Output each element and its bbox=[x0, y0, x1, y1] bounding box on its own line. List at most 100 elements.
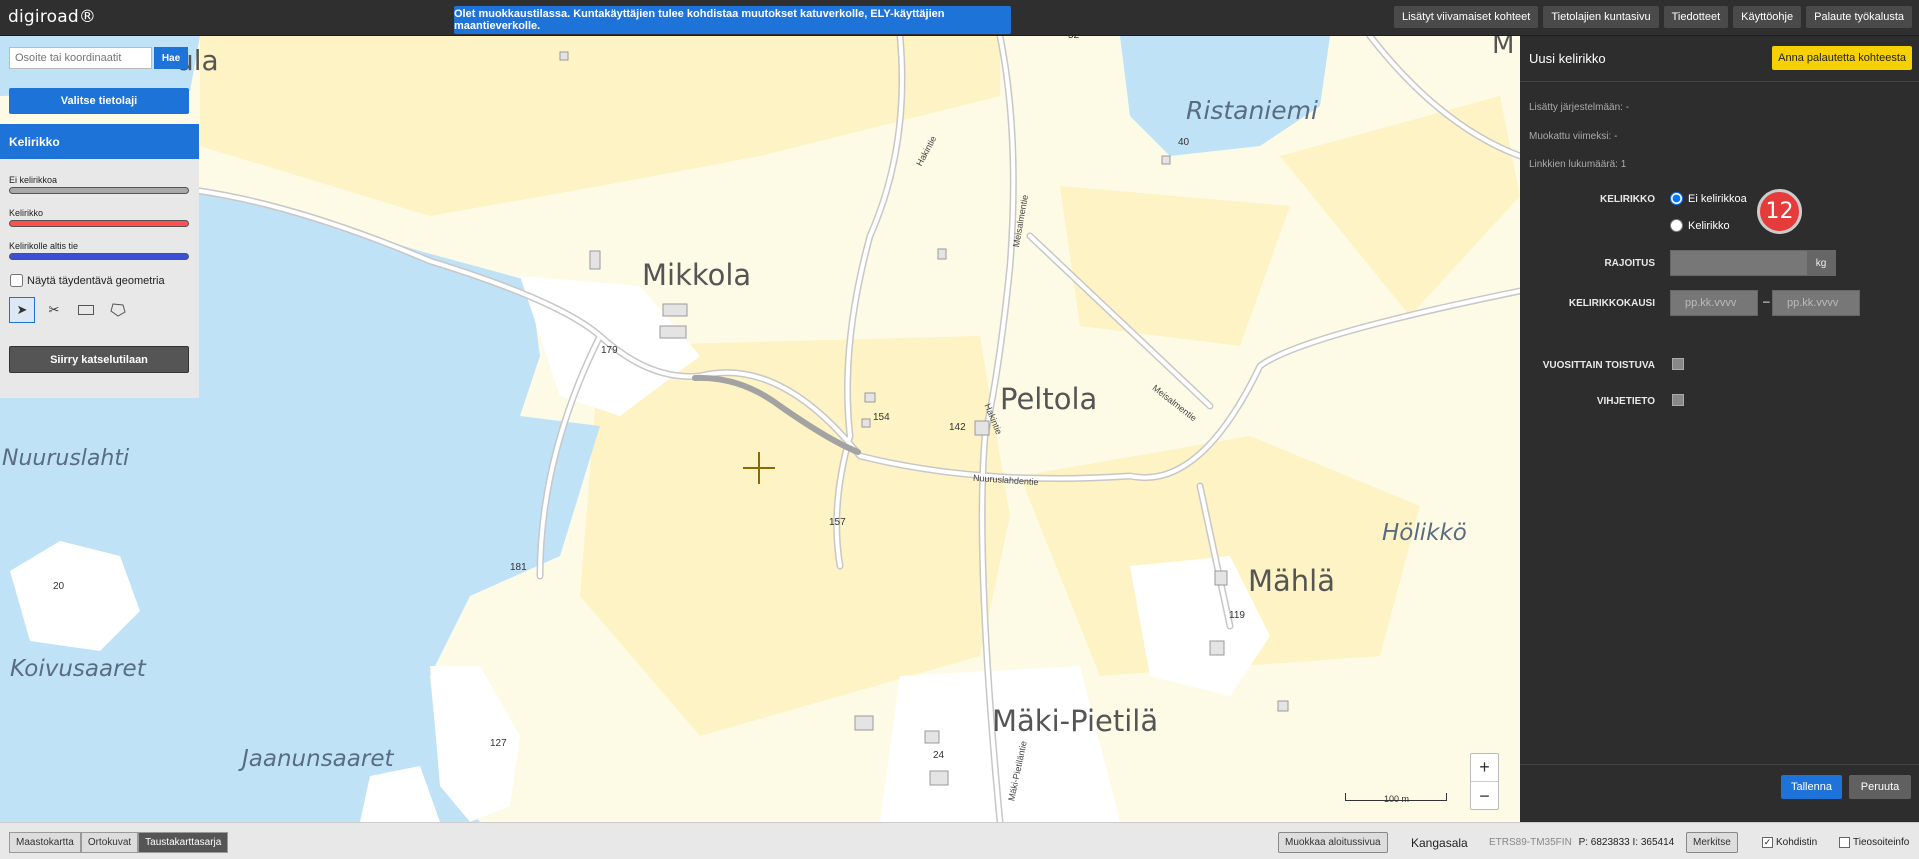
legend-bar-kelirikko bbox=[9, 220, 189, 227]
select-pointer-icon[interactable]: ➤ bbox=[9, 297, 35, 323]
period-end-input[interactable]: pp.kk.vvvv bbox=[1772, 290, 1860, 316]
cursor-checkbox[interactable]: ✓ bbox=[1762, 837, 1773, 848]
radio-no-kelirikko[interactable]: Ei kelirikkoa bbox=[1670, 192, 1747, 205]
place-name-ristaniemi: Ristaniemi bbox=[1186, 96, 1318, 125]
period-start-input[interactable]: pp.kk.vvvv bbox=[1670, 290, 1758, 316]
added-info: Lisätty järjestelmään: - bbox=[1529, 102, 1630, 113]
top-bar: digiroad® Olet muokkaustilassa. Kuntakäy… bbox=[0, 0, 1919, 36]
radio-kelirikko[interactable]: Kelirikko bbox=[1670, 219, 1730, 232]
basemap-terrain[interactable]: Maastokartta bbox=[9, 832, 81, 853]
radio-no-kelirikko-input[interactable] bbox=[1670, 192, 1683, 205]
scissors-icon[interactable]: ✂ bbox=[41, 297, 67, 323]
kelirikko-label: KELIRIKKO bbox=[1600, 194, 1655, 205]
hint-label: VIHJETIETO bbox=[1596, 396, 1655, 407]
top-links: Lisätyt viivamaiset kohteet Tietolajien … bbox=[1393, 6, 1912, 28]
address-number: 24 bbox=[933, 750, 945, 761]
show-geometry-label: Näytä täydentävä geometria bbox=[27, 274, 165, 287]
zoom-out-button[interactable]: − bbox=[1471, 782, 1498, 810]
search-input[interactable] bbox=[9, 47, 152, 69]
place-name-mahla: Mählä bbox=[1248, 564, 1335, 598]
address-number: 119 bbox=[1229, 610, 1245, 621]
address-number: 181 bbox=[510, 562, 527, 573]
limit-unit: kg bbox=[1807, 251, 1835, 275]
basemap-orthophoto[interactable]: Ortokuvat bbox=[80, 832, 139, 853]
digiroad-logo: digiroad® bbox=[8, 7, 97, 27]
zoom-control: + − bbox=[1470, 753, 1499, 810]
rectangle-select-icon[interactable] bbox=[73, 297, 99, 323]
mark-button[interactable]: Merkitse bbox=[1686, 832, 1738, 853]
legend-panel: Ei kelirikkoa Kelirikko Kelirikolle alti… bbox=[0, 159, 199, 398]
address-number: 179 bbox=[601, 345, 618, 356]
address-number: 20 bbox=[53, 581, 65, 592]
yearly-label: VUOSITTAIN TOISTUVA bbox=[1542, 360, 1655, 371]
cursor-toggle[interactable]: ✓ Kohdistin bbox=[1762, 837, 1817, 848]
left-panel: Hae Valitse tietolaji Kelirikko Ei kelir… bbox=[0, 36, 199, 398]
period-dash: – bbox=[1763, 294, 1770, 308]
map-view[interactable]: ula Ristaniemi Mikkola Peltola Nuuruslah… bbox=[0, 36, 1520, 822]
address-number: 142 bbox=[949, 422, 966, 433]
radio-kelirikko-input[interactable] bbox=[1670, 219, 1683, 232]
form-header: Uusi kelirikko Anna palautetta kohteesta bbox=[1520, 36, 1919, 82]
asset-form-panel: Uusi kelirikko Anna palautetta kohteesta… bbox=[1520, 36, 1919, 822]
coordinates-value: P: 6823833 I: 365414 bbox=[1578, 837, 1675, 848]
legend-label-prone: Kelirikolle altis tie bbox=[9, 241, 79, 251]
basemap-switcher: Maastokartta Ortokuvat Taustakarttasarja bbox=[9, 832, 229, 853]
form-title: Uusi kelirikko bbox=[1529, 51, 1606, 66]
address-number: 52 bbox=[1068, 36, 1079, 41]
link-municipality-page[interactable]: Tietolajien kuntasivu bbox=[1543, 6, 1659, 28]
radio-kelirikko-label: Kelirikko bbox=[1688, 219, 1730, 232]
place-name-peltola: Peltola bbox=[1000, 382, 1098, 416]
link-user-guide[interactable]: Käyttöohje bbox=[1733, 6, 1802, 28]
address-number: 157 bbox=[829, 517, 846, 528]
edit-mode-notice: Olet muokkaustilassa. Kuntakäyttäjien tu… bbox=[454, 6, 1011, 34]
period-label: KELIRIKKOKAUSI bbox=[1568, 298, 1655, 309]
road-address-info-toggle[interactable]: Tieosoiteinfo bbox=[1839, 837, 1909, 848]
map-canvas bbox=[0, 36, 1520, 822]
save-button[interactable]: Tallenna bbox=[1781, 775, 1842, 799]
place-name-nuuruslahti: Nuuruslahti bbox=[2, 446, 130, 471]
place-name-koivusaaret: Koivusaaret bbox=[10, 656, 146, 682]
municipality-name: Kangasala bbox=[1411, 836, 1468, 850]
cursor-label: Kohdistin bbox=[1776, 837, 1818, 848]
legend-label-kelirikko: Kelirikko bbox=[9, 208, 44, 218]
yearly-checkbox[interactable] bbox=[1672, 358, 1684, 370]
link-announcements[interactable]: Tiedotteet bbox=[1663, 6, 1729, 28]
road-address-info-checkbox[interactable] bbox=[1839, 837, 1850, 848]
modified-info: Muokattu viimeksi: - bbox=[1529, 131, 1618, 142]
legend-label-no-kelirikko: Ei kelirikkoa bbox=[9, 175, 58, 185]
address-number: 40 bbox=[1178, 137, 1190, 148]
search-row: Hae bbox=[9, 47, 188, 69]
limit-input[interactable] bbox=[1671, 251, 1807, 275]
legend-bar-no-kelirikko bbox=[9, 187, 189, 194]
scale-label: 100 m bbox=[1384, 794, 1410, 804]
links-count: Linkkien lukumäärä: 1 bbox=[1529, 159, 1627, 170]
hint-checkbox[interactable] bbox=[1672, 394, 1684, 406]
radio-no-kelirikko-label: Ei kelirikkoa bbox=[1688, 192, 1747, 205]
place-name-m: M bbox=[1492, 36, 1515, 60]
edit-tools: ➤ ✂ bbox=[9, 297, 131, 323]
place-name-mikkola: Mikkola bbox=[642, 258, 752, 292]
search-button[interactable]: Hae bbox=[154, 47, 188, 69]
step-number-badge: 12 bbox=[1757, 189, 1802, 234]
show-geometry-checkbox[interactable] bbox=[10, 274, 23, 287]
edit-start-page-button[interactable]: Muokkaa aloitussivua bbox=[1278, 832, 1388, 853]
limit-field[interactable]: kg bbox=[1670, 250, 1836, 276]
zoom-in-button[interactable]: + bbox=[1471, 754, 1498, 782]
place-name-jaanunsaaret: Jaanunsaaret bbox=[242, 746, 394, 772]
layer-title: Kelirikko bbox=[0, 124, 199, 159]
projection-label: ETRS89-TM35FIN bbox=[1489, 837, 1572, 848]
view-mode-button[interactable]: Siirry katselutilaan bbox=[9, 346, 189, 373]
feedback-button[interactable]: Anna palautetta kohteesta bbox=[1772, 46, 1912, 70]
place-name-maki-pietila: Mäki-Pietilä bbox=[992, 704, 1159, 738]
link-added-linear-assets[interactable]: Lisätyt viivamaiset kohteet bbox=[1393, 6, 1539, 28]
road-address-info-label: Tieosoiteinfo bbox=[1853, 837, 1910, 848]
polygon-select-icon[interactable] bbox=[105, 297, 131, 323]
bottom-bar: Maastokartta Ortokuvat Taustakarttasarja… bbox=[0, 822, 1919, 859]
form-footer: Tallenna Peruuta bbox=[1520, 764, 1919, 822]
limit-label: RAJOITUS bbox=[1604, 258, 1655, 269]
link-feedback[interactable]: Palaute työkalusta bbox=[1806, 6, 1912, 28]
select-layer-button[interactable]: Valitse tietolaji bbox=[9, 88, 189, 114]
cancel-button[interactable]: Peruuta bbox=[1849, 775, 1911, 799]
basemap-background[interactable]: Taustakarttasarja bbox=[138, 832, 229, 853]
show-geometry-row: Näytä täydentävä geometria bbox=[10, 274, 165, 287]
